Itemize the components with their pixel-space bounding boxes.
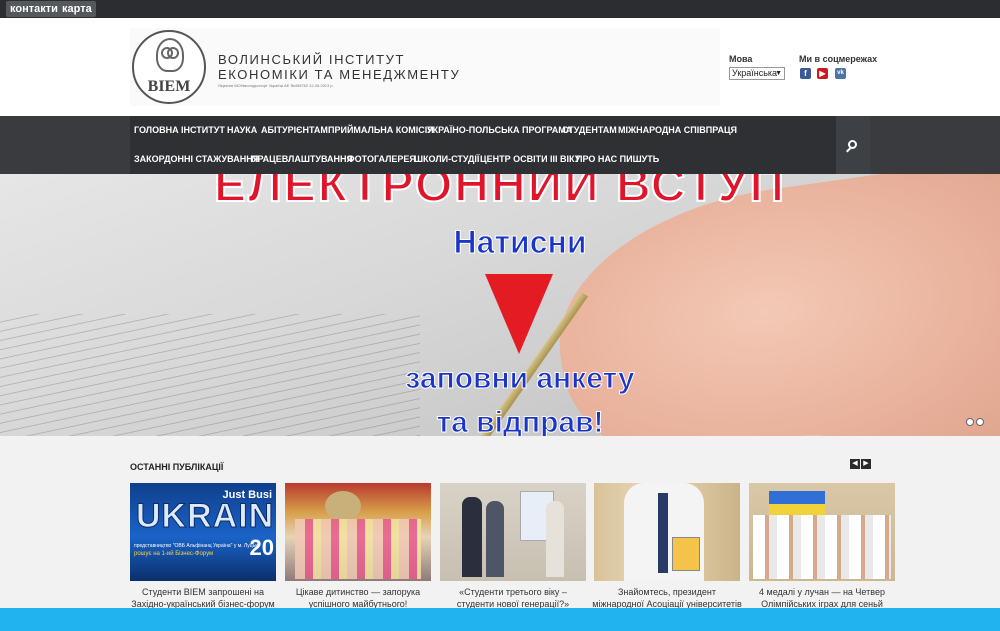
banner-title: ЕЛЕКТРОННИЙ ВСТУП	[213, 174, 786, 213]
license-text: Ліцензія МОНмолодьспорт України АЕ №4987…	[218, 83, 334, 88]
social-label: Ми в соцмережах	[799, 54, 878, 64]
nav-schools[interactable]: ШКОЛИ-СТУДІЇ	[414, 145, 479, 174]
chevron-down-icon: ▼	[775, 70, 782, 77]
news-card[interactable]: Цікаве дитинство — запорука успішного май…	[285, 483, 431, 609]
carousel-prev-button[interactable]: ◀	[850, 459, 860, 469]
vk-icon[interactable]: vk	[835, 68, 846, 79]
facebook-icon[interactable]: f	[800, 68, 811, 79]
search-button[interactable]	[836, 116, 870, 174]
news-thumbnail[interactable]	[594, 483, 740, 581]
nav-applicants[interactable]: АБІТУРІЄНТАМ	[261, 116, 328, 145]
news-caption[interactable]: «Студенти третього віку – студенти нової …	[436, 586, 590, 610]
nav-employment[interactable]: ПРАЦЕВЛАШТУВАННЯ	[251, 145, 353, 174]
news-thumbnail[interactable]	[440, 483, 586, 581]
site-logo[interactable]: BIEM ВОЛИНСЬКИЙ ІНСТИТУТ ЕКОНОМІКИ ТА МЕ…	[130, 28, 720, 106]
language-select[interactable]: Українська ▼	[729, 67, 785, 80]
banner-send-text: та відправ!	[436, 406, 604, 437]
bottom-bar	[0, 608, 1000, 631]
institute-name: ВОЛИНСЬКИЙ ІНСТИТУТ ЕКОНОМІКИ ТА МЕНЕДЖМ…	[218, 52, 461, 82]
section-title: ОСТАННІ ПУБЛІКАЦІЇ	[130, 462, 224, 472]
nav-home[interactable]: ГОЛОВНА	[134, 116, 179, 145]
map-link[interactable]: карта	[58, 1, 96, 17]
news-card[interactable]: Just Busi UKRAIN 20 представництво "ОВБ …	[130, 483, 276, 609]
language-label: Мова	[729, 54, 753, 64]
recent-publications: ОСТАННІ ПУБЛІКАЦІЇ ◀ ▶ Just Busi UKRAIN …	[0, 436, 1000, 609]
news-thumbnail[interactable]: Just Busi UKRAIN 20 представництво "ОВБ …	[130, 483, 276, 581]
nav-gallery[interactable]: ФОТОГАЛЕРЕЯ	[347, 145, 416, 174]
nav-internships[interactable]: ЗАКОРДОННІ СТАЖУВАННЯ	[134, 145, 259, 174]
emblem-text: BIEM	[147, 78, 191, 95]
owl-emblem-icon: BIEM	[132, 30, 206, 104]
youtube-icon[interactable]: ▶	[817, 68, 828, 79]
slider-dot-1[interactable]	[966, 418, 974, 426]
news-caption[interactable]: Цікаве дитинство — запорука успішного май…	[281, 586, 435, 610]
hand-image	[541, 174, 1000, 436]
nav-science[interactable]: НАУКА	[227, 116, 257, 145]
nav-press[interactable]: ПРО НАС ПИШУТЬ	[576, 145, 659, 174]
news-card[interactable]: «Студенти третього віку – студенти нової …	[440, 483, 586, 609]
nav-institute[interactable]: ІНСТИТУТ	[181, 116, 225, 145]
nav-students[interactable]: СТУДЕНТАМ	[562, 116, 617, 145]
nav-admission[interactable]: ПРИЙМАЛЬНА КОМІСІЯ	[328, 116, 434, 145]
contacts-link[interactable]: контакти	[6, 1, 62, 17]
news-thumbnail[interactable]	[749, 483, 895, 581]
search-icon	[848, 140, 857, 149]
site-header: BIEM ВОЛИНСЬКИЙ ІНСТИТУТ ЕКОНОМІКИ ТА МЕ…	[0, 18, 1000, 116]
nav-international[interactable]: МІЖНАРОДНА СПІВПРАЦЯ	[618, 116, 737, 145]
slider-dot-2[interactable]	[976, 418, 984, 426]
arrow-down-icon	[485, 274, 553, 354]
news-thumbnail[interactable]	[285, 483, 431, 581]
top-bar: контакти карта	[0, 0, 1000, 18]
carousel-next-button[interactable]: ▶	[861, 459, 871, 469]
news-caption[interactable]: Студенти ВІЕМ запрошені на Західно-україн…	[126, 586, 280, 610]
nav-third-age[interactable]: ЦЕНТР ОСВІТИ ІІІ ВІКУ	[480, 145, 580, 174]
banner-fill-text: заповни анкету	[405, 362, 635, 396]
news-caption[interactable]: Знайомтесь, президент міжнародної Асоціац…	[590, 586, 744, 610]
banner-click-text: Натисни	[453, 224, 587, 261]
hero-banner[interactable]: ЕЛЕКТРОННИЙ ВСТУП Натисни заповни анкету…	[0, 174, 1000, 436]
nav-ukr-pol-program[interactable]: УКРАЇНО-ПОЛЬСЬКА ПРОГРАМА	[427, 116, 572, 145]
news-card[interactable]: Знайомтесь, президент міжнародної Асоціац…	[592, 483, 742, 609]
news-caption[interactable]: 4 медалі у лучан — на Четвер Олімпійських…	[745, 586, 899, 610]
news-card[interactable]: 4 медалі у лучан — на Четвер Олімпійських…	[749, 483, 895, 609]
